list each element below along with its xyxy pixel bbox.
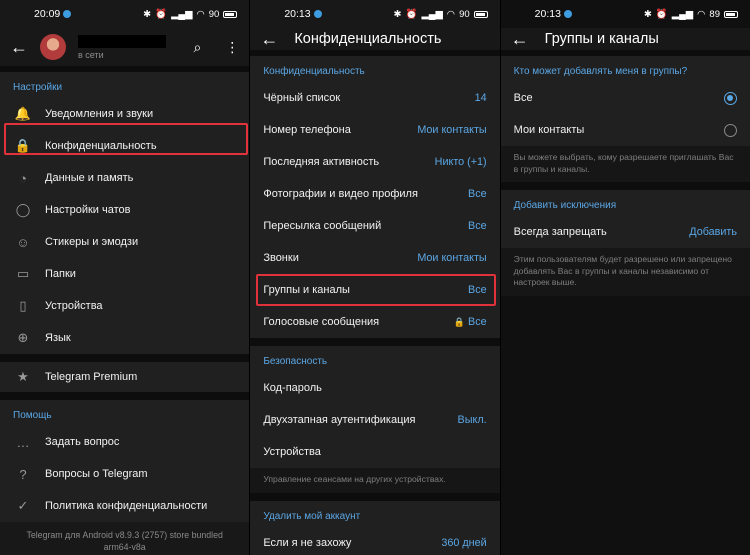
- globe-icon: ⊕: [17, 330, 29, 345]
- page-title: Группы и каналы: [544, 31, 659, 47]
- help-section-title: Помощь: [13, 410, 52, 421]
- settings-item[interactable]: ◔ Данные и память: [0, 162, 249, 194]
- privacy-row[interactable]: Пересылка сообщений Все: [250, 210, 499, 242]
- telegram-premium-item[interactable]: ★ Telegram Premium: [0, 362, 249, 392]
- chat-dots-icon: …: [16, 434, 30, 450]
- security-hint: Управление сеансами на других устройства…: [250, 468, 500, 493]
- wifi-icon: ◠: [446, 8, 456, 20]
- status-bar: 20:13 ✱ ⏰ ▂▄▆ ◠ 89: [501, 0, 750, 28]
- status-bar: 20:13 ✱ ⏰ ▂▄▆ ◠ 90: [250, 0, 499, 28]
- help-item[interactable]: ? Вопросы о Telegram: [0, 458, 249, 490]
- option-everyone[interactable]: Все: [501, 82, 750, 114]
- more-vertical-icon[interactable]: ⋮: [225, 39, 239, 56]
- privacy-row[interactable]: Звонки Мои контакты: [250, 242, 499, 274]
- groups-screen: 20:13 ✱ ⏰ ▂▄▆ ◠ 89 ← Группы и каналы Кто мож…: [500, 0, 750, 555]
- security-section-title: Безопасность: [263, 356, 328, 367]
- wifi-icon: ◠: [196, 8, 205, 20]
- signal-icon: ▂▄▆: [671, 8, 694, 20]
- privacy-row[interactable]: Фотографии и видео профиля Все: [250, 178, 499, 210]
- delete-if-away-row[interactable]: Если я не захожу 360 дней: [250, 527, 499, 555]
- chat-bubble-icon: ◯: [15, 202, 31, 217]
- settings-item[interactable]: ▭ Папки: [0, 258, 249, 290]
- radio-selected[interactable]: [723, 91, 737, 105]
- option-my-contacts[interactable]: Мои контакты: [501, 114, 750, 146]
- settings-item[interactable]: ⊕ Язык: [0, 322, 249, 354]
- radio-unselected[interactable]: [723, 123, 737, 137]
- bell-icon: 🔔: [14, 106, 32, 121]
- avatar[interactable]: [40, 34, 66, 60]
- back-arrow-icon[interactable]: ←: [260, 29, 278, 50]
- alarm-icon: ⏰: [155, 8, 168, 20]
- online-status: в сети: [78, 49, 104, 60]
- exceptions-title: Добавить исключения: [513, 200, 617, 212]
- shield-check-icon: ✓: [17, 498, 29, 513]
- status-time: 20:09: [34, 8, 61, 20]
- battery-icon: [723, 10, 738, 18]
- alarm-icon: ⏰: [405, 8, 418, 20]
- battery-icon: [223, 10, 238, 18]
- back-arrow-icon[interactable]: ←: [511, 29, 529, 50]
- add-button[interactable]: Добавить: [689, 226, 737, 238]
- privacy-row[interactable]: Голосовые сообщения 🔒 Все: [250, 306, 499, 338]
- battery-level: 90: [208, 8, 220, 20]
- alarm-icon: ⏰: [655, 8, 668, 20]
- redacted-name: [78, 34, 166, 48]
- premium-star-icon: ★: [17, 369, 29, 384]
- telegram-notification-icon: [563, 10, 572, 18]
- signal-icon: ▂▄▆: [421, 8, 443, 20]
- help-item[interactable]: ✓ Политика конфиденциальности: [0, 490, 249, 522]
- bluetooth-icon: ✱: [643, 8, 652, 20]
- section-title: Конфиденциальность: [263, 66, 365, 77]
- question-icon: ?: [19, 466, 27, 482]
- battery-icon: [473, 10, 488, 18]
- telegram-notification-icon: [313, 10, 322, 18]
- back-arrow-icon[interactable]: ←: [10, 37, 28, 58]
- app-bar: ← Группы и каналы: [500, 28, 750, 50]
- signal-icon: ▂▄▆: [171, 8, 193, 20]
- highlight-frame: [4, 123, 248, 155]
- profile-header: ← в сети ⌕ ⋮: [0, 28, 249, 66]
- settings-item[interactable]: ☺ Стикеры и эмодзи: [0, 226, 249, 258]
- folder-icon: ▭: [16, 266, 30, 281]
- pie-chart-icon: ◔: [19, 170, 27, 186]
- status-time: 20:13: [284, 8, 311, 20]
- security-row[interactable]: Устройства: [250, 436, 499, 468]
- privacy-row[interactable]: Последняя активность Никто (+1): [250, 146, 499, 178]
- lock-icon: 🔒: [453, 317, 466, 327]
- settings-screen: 20:09 ✱ ⏰ ▂▄▆ ◠ 90 ← в сети ⌕ ⋮ Настройки 🔔 У…: [0, 0, 250, 555]
- security-row[interactable]: Код-пароль: [250, 372, 499, 404]
- security-row[interactable]: Двухэтапная аутентификация Выкл.: [250, 404, 499, 436]
- privacy-row[interactable]: Чёрный список 14: [250, 82, 499, 114]
- devices-icon: ▯: [19, 298, 27, 313]
- permission-hint: Вы можете выбрать, кому разрешаете пригл…: [500, 146, 750, 183]
- help-item[interactable]: … Задать вопрос: [0, 426, 249, 458]
- app-version: Telegram для Android v8.9.3 (2757) store…: [26, 530, 223, 552]
- page-title: Конфиденциальность: [294, 31, 442, 47]
- status-bar: 20:09 ✱ ⏰ ▂▄▆ ◠ 90: [0, 0, 249, 28]
- section-title: Кто может добавлять меня в группы?: [513, 66, 688, 77]
- section-title: Настройки: [13, 82, 63, 93]
- telegram-notification-icon: [63, 10, 72, 18]
- sticker-icon: ☺: [16, 234, 30, 250]
- privacy-screen: 20:13 ✱ ⏰ ▂▄▆ ◠ 90 ← Конфиденциальность Конф…: [250, 0, 500, 555]
- app-bar: ← Конфиденциальность: [250, 28, 499, 50]
- settings-item[interactable]: ◯ Настройки чатов: [0, 194, 249, 226]
- search-icon[interactable]: ⌕: [193, 39, 201, 56]
- status-time: 20:13: [534, 8, 561, 20]
- settings-section: Настройки 🔔 Уведомления и звуки 🔒 Конфиденц…: [0, 72, 250, 354]
- exceptions-hint: Этим пользователям будет разрешено или з…: [500, 248, 750, 296]
- delete-account-title: Удалить мой аккаунт: [263, 510, 361, 522]
- settings-item[interactable]: ▯ Устройства: [0, 290, 249, 322]
- battery-level: 89: [709, 8, 720, 20]
- always-deny-row[interactable]: Всегда запрещать Добавить: [501, 216, 750, 248]
- privacy-row[interactable]: Номер телефона Мои контакты: [250, 114, 499, 146]
- highlight-frame: [256, 274, 497, 306]
- bluetooth-icon: ✱: [143, 8, 152, 20]
- battery-level: 90: [459, 8, 470, 20]
- bluetooth-icon: ✱: [393, 8, 402, 20]
- wifi-icon: ◠: [697, 8, 706, 20]
